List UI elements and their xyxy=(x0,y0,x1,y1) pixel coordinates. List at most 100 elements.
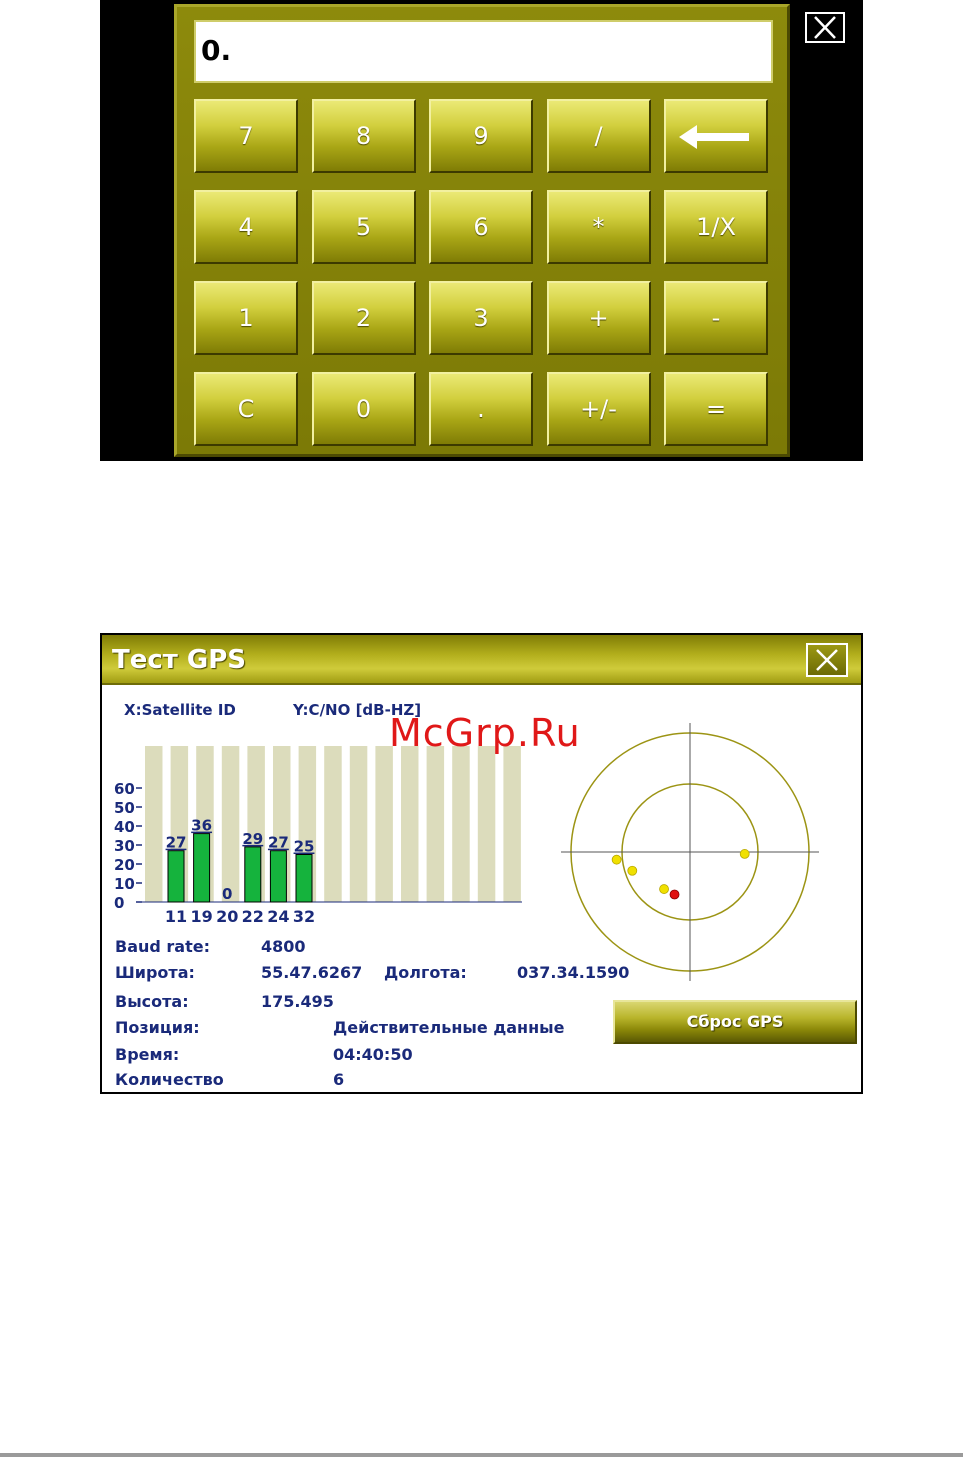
satellite-id-label: 24 xyxy=(267,907,289,925)
longitude-label: Долгота: xyxy=(384,963,467,982)
position-label: Позиция: xyxy=(115,1018,200,1037)
bar-value-label: 29 xyxy=(242,830,263,848)
bar-value-label: 0 xyxy=(222,885,232,903)
snr-bar xyxy=(244,846,262,903)
key-label: 5 xyxy=(355,213,372,241)
key-label: 0 xyxy=(355,395,372,423)
snr-bar xyxy=(193,833,211,903)
key-label: 6 xyxy=(473,213,489,241)
key-label: * xyxy=(592,213,605,241)
y-tick-label: 30 xyxy=(114,837,135,855)
channel-slot xyxy=(324,746,342,902)
bar-value-label: 27 xyxy=(166,834,187,852)
satellite-dot xyxy=(659,884,669,894)
key-clear[interactable]: C xyxy=(194,372,298,446)
key-label: 1/X xyxy=(696,213,736,241)
key-label: . xyxy=(477,395,485,423)
satellite-dot xyxy=(669,889,680,900)
time-label: Время: xyxy=(115,1045,180,1064)
channel-slot xyxy=(375,746,393,902)
count-value: 6 xyxy=(333,1070,345,1089)
key-equals[interactable]: = xyxy=(664,372,768,446)
satellite-id-label: 32 xyxy=(293,907,315,925)
key-multiply[interactable]: * xyxy=(546,190,651,264)
satellite-dot xyxy=(739,849,750,859)
satellite-snr-chart: 010203040506027113619020292227242532 xyxy=(114,746,522,925)
key-6[interactable]: 6 xyxy=(429,190,533,264)
channel-slot xyxy=(426,746,445,902)
satellite-dot xyxy=(627,865,638,876)
key-5[interactable]: 5 xyxy=(311,190,416,264)
baud-rate-label: Baud rate: xyxy=(115,937,210,956)
latitude-label: Широта: xyxy=(115,963,195,982)
gps-body: X:Satellite ID Y:C/NO [dB-HZ] 0 10 20 30 40 5… xyxy=(102,685,861,1092)
gps-close-button[interactable] xyxy=(806,643,848,677)
key-label: 7 xyxy=(238,122,254,150)
key-minus[interactable]: - xyxy=(664,281,768,355)
satellite-dot xyxy=(611,854,622,865)
key-label: 8 xyxy=(355,122,372,150)
channel-slot xyxy=(349,746,368,902)
key-reciprocal[interactable]: 1/X xyxy=(664,190,768,264)
x-axis-label: X:Satellite ID xyxy=(124,701,236,719)
key-label: 2 xyxy=(355,304,372,332)
calculator-window: 0. 7 8 9 / 4 5 6 * 1/X 1 2 3 + - C 0. +/- = xyxy=(100,0,863,461)
key-label: 4 xyxy=(238,213,254,241)
key-7[interactable]: 7 xyxy=(194,99,298,173)
key-negate[interactable]: +/- xyxy=(546,372,651,446)
close-icon xyxy=(814,16,836,39)
key-8[interactable]: 8 xyxy=(311,99,416,173)
satellite-id-label: 20 xyxy=(216,907,238,925)
key-backspace[interactable] xyxy=(664,99,768,173)
key-label: 1 xyxy=(238,304,254,332)
altitude-label: Высота: xyxy=(115,992,189,1011)
key-1[interactable]: 1 xyxy=(194,281,298,355)
key-9[interactable]: 9 xyxy=(429,99,533,173)
snr-bar xyxy=(295,854,313,903)
snr-bar xyxy=(167,850,185,903)
y-tick-label: 0 xyxy=(114,894,124,912)
latitude-value: 55.47.6267 xyxy=(261,963,363,982)
sky-plot xyxy=(561,723,819,981)
key-3[interactable]: 3 xyxy=(429,281,533,355)
key-label: - xyxy=(711,304,721,332)
satellite-id-label: 22 xyxy=(242,907,264,925)
key-label: 9 xyxy=(473,122,489,150)
calculator-close-button[interactable] xyxy=(805,12,845,43)
count-label: Количество xyxy=(115,1070,224,1089)
bar-value-label: 25 xyxy=(294,838,315,856)
channel-slot xyxy=(503,746,521,902)
gps-title-bar: Тест GPS xyxy=(102,635,861,685)
channel-slot xyxy=(145,746,163,902)
reset-gps-button[interactable]: Сброс GPS xyxy=(613,1000,857,1044)
key-label: +/- xyxy=(580,395,617,423)
channel-slot xyxy=(477,746,496,902)
channel-slot xyxy=(452,746,470,902)
bar-value-label: 36 xyxy=(191,817,212,835)
y-tick-label: 10 xyxy=(114,875,135,893)
gps-test-window: Тест GPS X:Satellite ID Y:C/NO [dB-HZ] 0… xyxy=(100,633,863,1094)
key-label: + xyxy=(588,304,609,332)
y-tick-label: 40 xyxy=(114,818,135,836)
altitude-value: 175.495 xyxy=(261,992,334,1011)
snr-bar xyxy=(269,850,287,903)
window-title: Тест GPS xyxy=(112,645,247,675)
channel-slot xyxy=(221,746,240,902)
key-decimal[interactable]: . xyxy=(429,372,533,446)
satellite-id-label: 19 xyxy=(190,907,212,925)
y-tick-label: 20 xyxy=(114,856,135,874)
longitude-value: 037.34.1590 xyxy=(517,963,630,982)
y-tick-label: 60 xyxy=(114,780,135,798)
key-label: = xyxy=(705,395,727,423)
key-4[interactable]: 4 xyxy=(194,190,298,264)
close-icon xyxy=(816,649,838,671)
key-0[interactable]: 0 xyxy=(311,372,416,446)
key-plus[interactable]: + xyxy=(546,281,651,355)
position-value: Действительные данные xyxy=(333,1018,565,1037)
key-2[interactable]: 2 xyxy=(311,281,416,355)
bar-value-label: 27 xyxy=(268,834,289,852)
page-divider xyxy=(0,1453,963,1457)
baud-rate-value: 4800 xyxy=(261,937,306,956)
key-label: / xyxy=(594,122,603,150)
key-divide[interactable]: / xyxy=(546,99,651,173)
